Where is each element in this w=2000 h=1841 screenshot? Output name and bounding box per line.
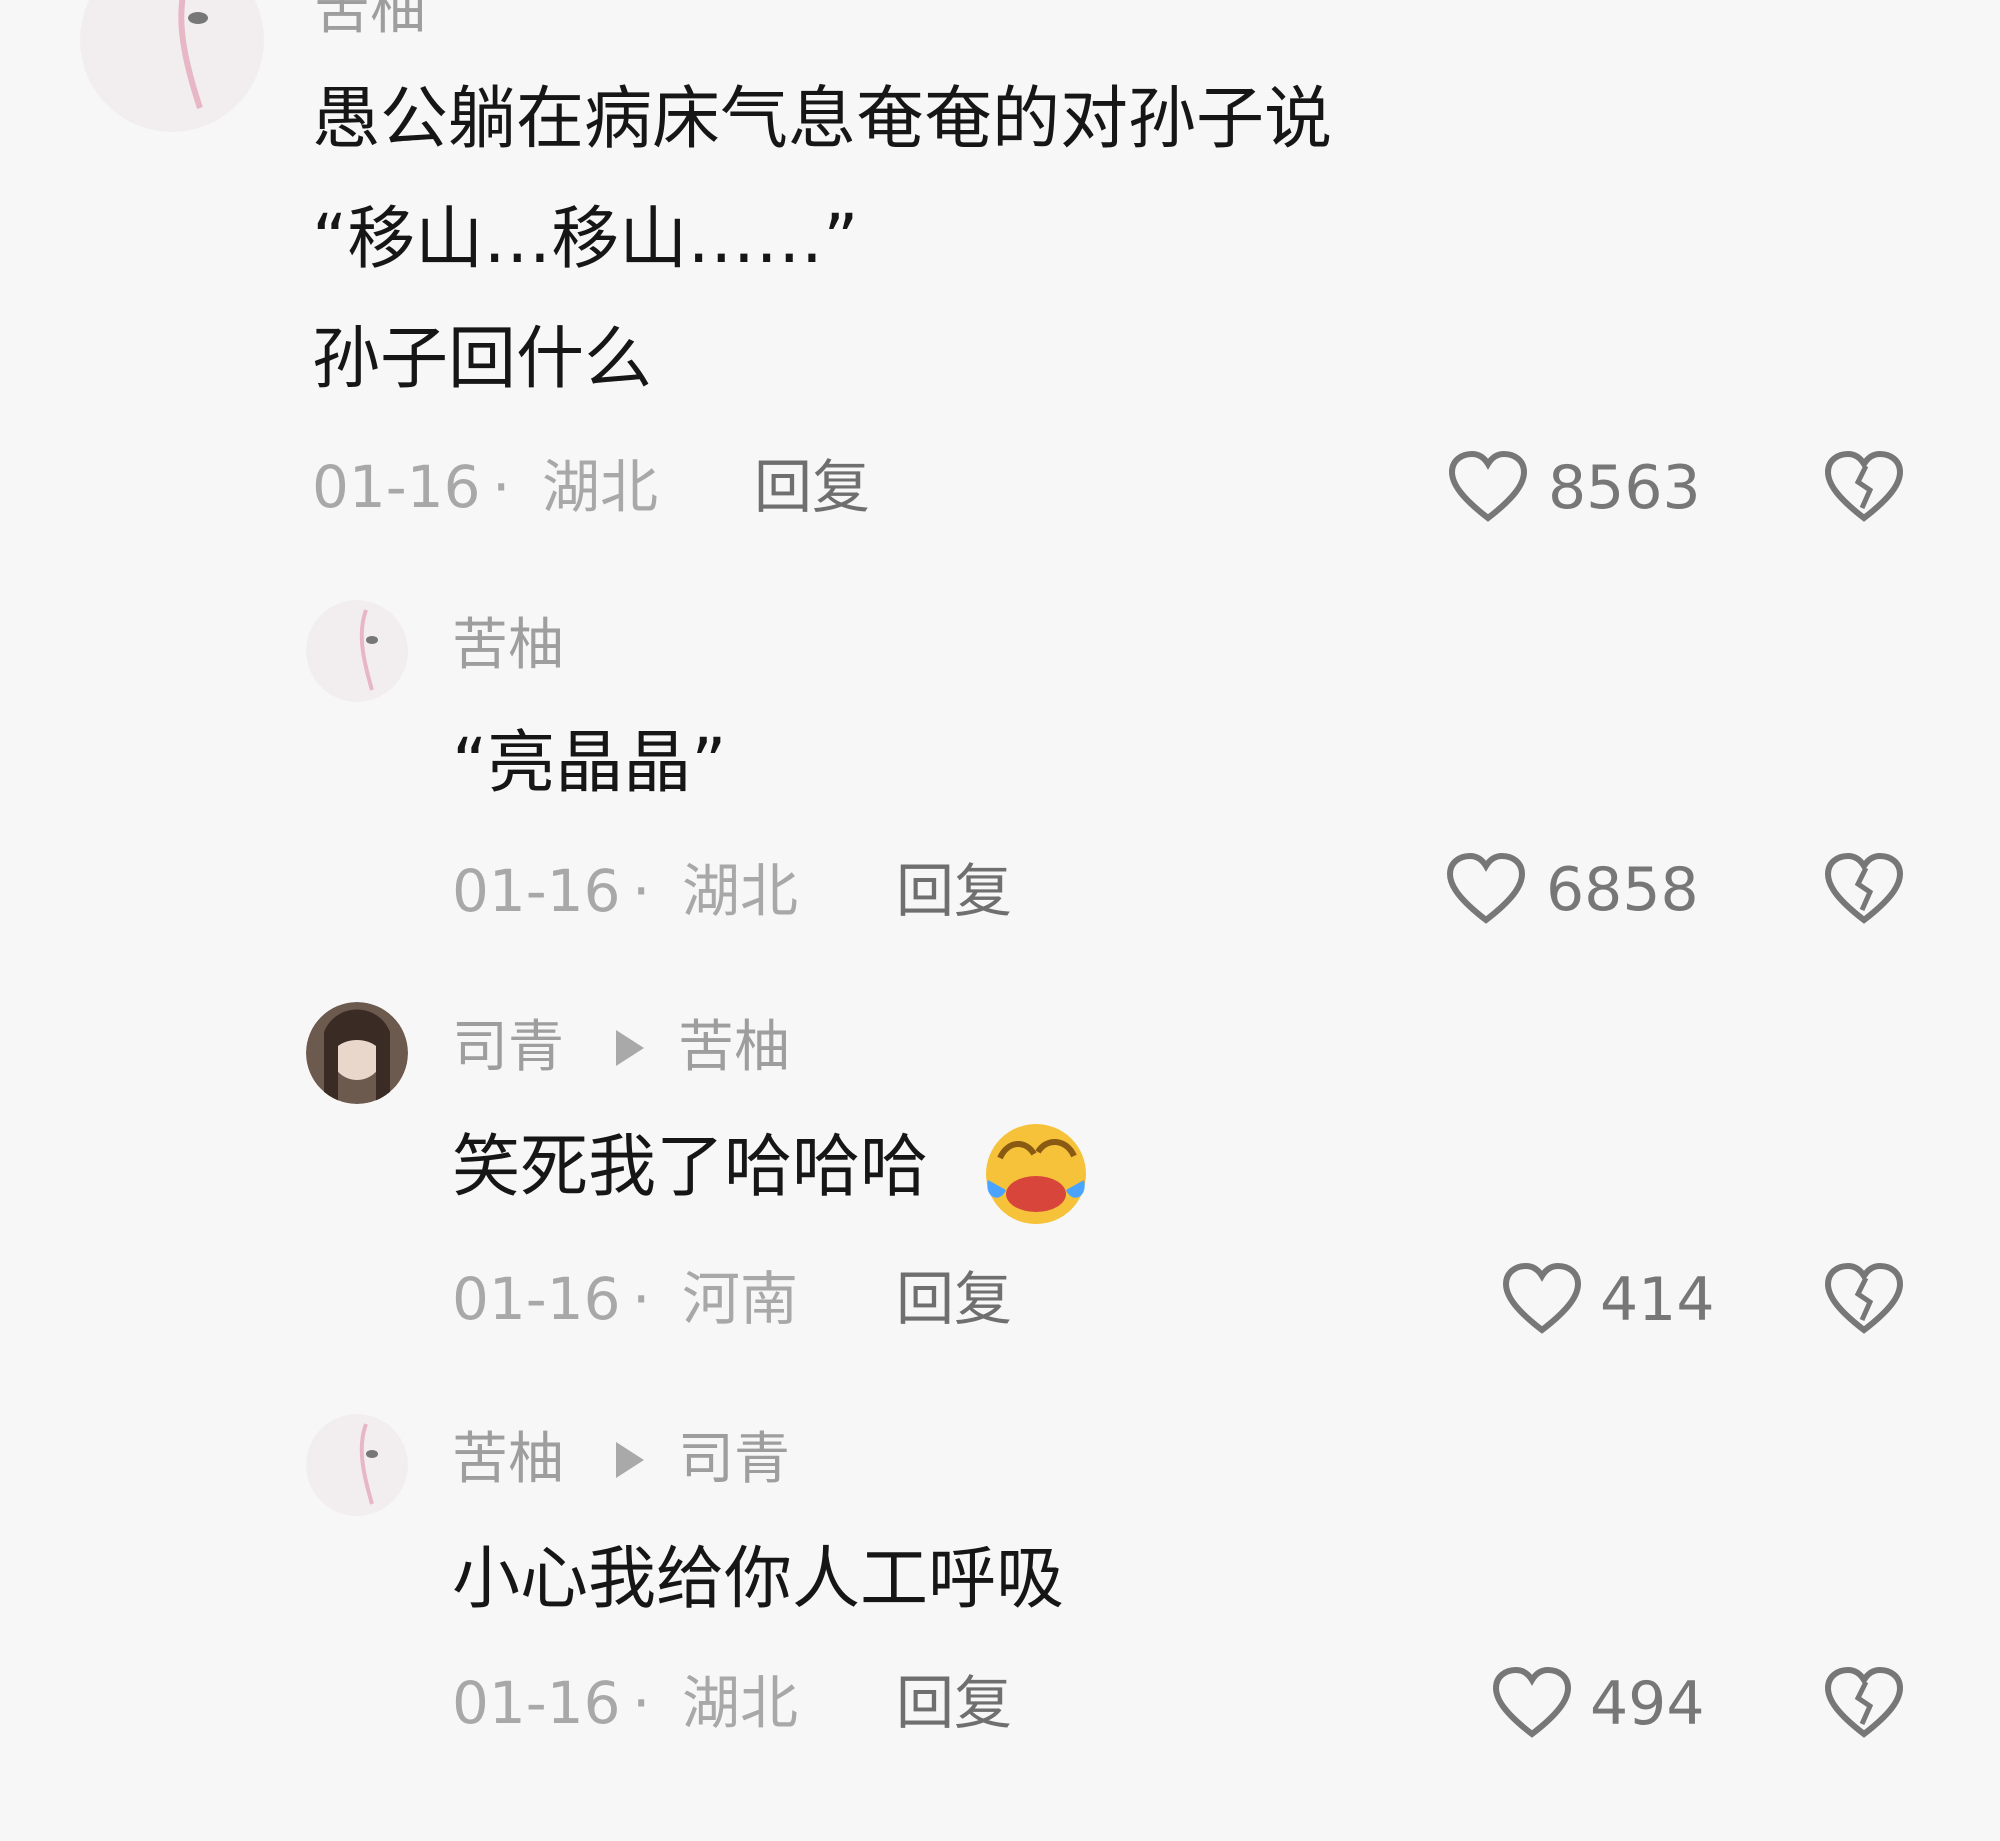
reply-username[interactable]: 苦柚 bbox=[452, 1432, 564, 1488]
reply-location: 河南 bbox=[682, 1265, 799, 1333]
separator-dot: · bbox=[492, 453, 511, 521]
reply-text: “亮晶晶” bbox=[452, 724, 727, 803]
reply-button[interactable]: 回复 bbox=[754, 458, 870, 516]
laughing-crying-emoji-icon bbox=[980, 1118, 1092, 1230]
reply-button[interactable]: 回复 bbox=[896, 862, 1012, 920]
like-count: 6858 bbox=[1546, 855, 1699, 925]
reply-location: 湖北 bbox=[682, 1669, 799, 1737]
comment-username[interactable]: 苦柚 bbox=[314, 0, 426, 38]
avatar[interactable] bbox=[306, 1002, 408, 1104]
like-count: 8563 bbox=[1548, 453, 1701, 523]
avatar[interactable] bbox=[80, 0, 264, 132]
reply-location: 湖北 bbox=[682, 857, 799, 925]
reply-target-username[interactable]: 司青 bbox=[678, 1432, 790, 1488]
like-heart-icon[interactable] bbox=[1502, 1262, 1582, 1336]
reply-text: 笑死我了哈哈哈 bbox=[452, 1128, 929, 1207]
separator-dot: · bbox=[632, 857, 651, 925]
dislike-broken-heart-icon[interactable] bbox=[1824, 852, 1904, 926]
reply-target-username[interactable]: 苦柚 bbox=[678, 1020, 790, 1076]
separator-dot: · bbox=[632, 1669, 651, 1737]
reply-to-arrow-icon bbox=[616, 1030, 644, 1066]
comment-text-line: “移山…移山……” bbox=[312, 200, 859, 279]
comment-text-line: 孙子回什么 bbox=[312, 320, 653, 399]
reply-button[interactable]: 回复 bbox=[896, 1674, 1012, 1732]
like-count: 414 bbox=[1600, 1265, 1715, 1335]
comment-text-line: 愚公躺在病床气息奄奄的对孙子说 bbox=[312, 80, 1333, 159]
like-count: 494 bbox=[1590, 1669, 1705, 1739]
dislike-broken-heart-icon[interactable] bbox=[1824, 450, 1904, 524]
reply-text: 小心我给你人工呼吸 bbox=[452, 1540, 1065, 1619]
like-heart-icon[interactable] bbox=[1492, 1666, 1572, 1740]
comment-date: 01-16 bbox=[312, 453, 481, 521]
avatar[interactable] bbox=[306, 600, 408, 702]
reply-date: 01-16 bbox=[452, 1265, 621, 1333]
avatar[interactable] bbox=[306, 1414, 408, 1516]
dislike-broken-heart-icon[interactable] bbox=[1824, 1262, 1904, 1336]
reply-to-arrow-icon bbox=[616, 1442, 644, 1478]
reply-date: 01-16 bbox=[452, 857, 621, 925]
like-heart-icon[interactable] bbox=[1446, 852, 1526, 926]
reply-username[interactable]: 苦柚 bbox=[452, 618, 564, 674]
reply-button[interactable]: 回复 bbox=[896, 1270, 1012, 1328]
reply-username[interactable]: 司青 bbox=[452, 1020, 564, 1076]
comment-location: 湖北 bbox=[542, 453, 659, 521]
dislike-broken-heart-icon[interactable] bbox=[1824, 1666, 1904, 1740]
separator-dot: · bbox=[632, 1265, 651, 1333]
reply-date: 01-16 bbox=[452, 1669, 621, 1737]
like-heart-icon[interactable] bbox=[1448, 450, 1528, 524]
